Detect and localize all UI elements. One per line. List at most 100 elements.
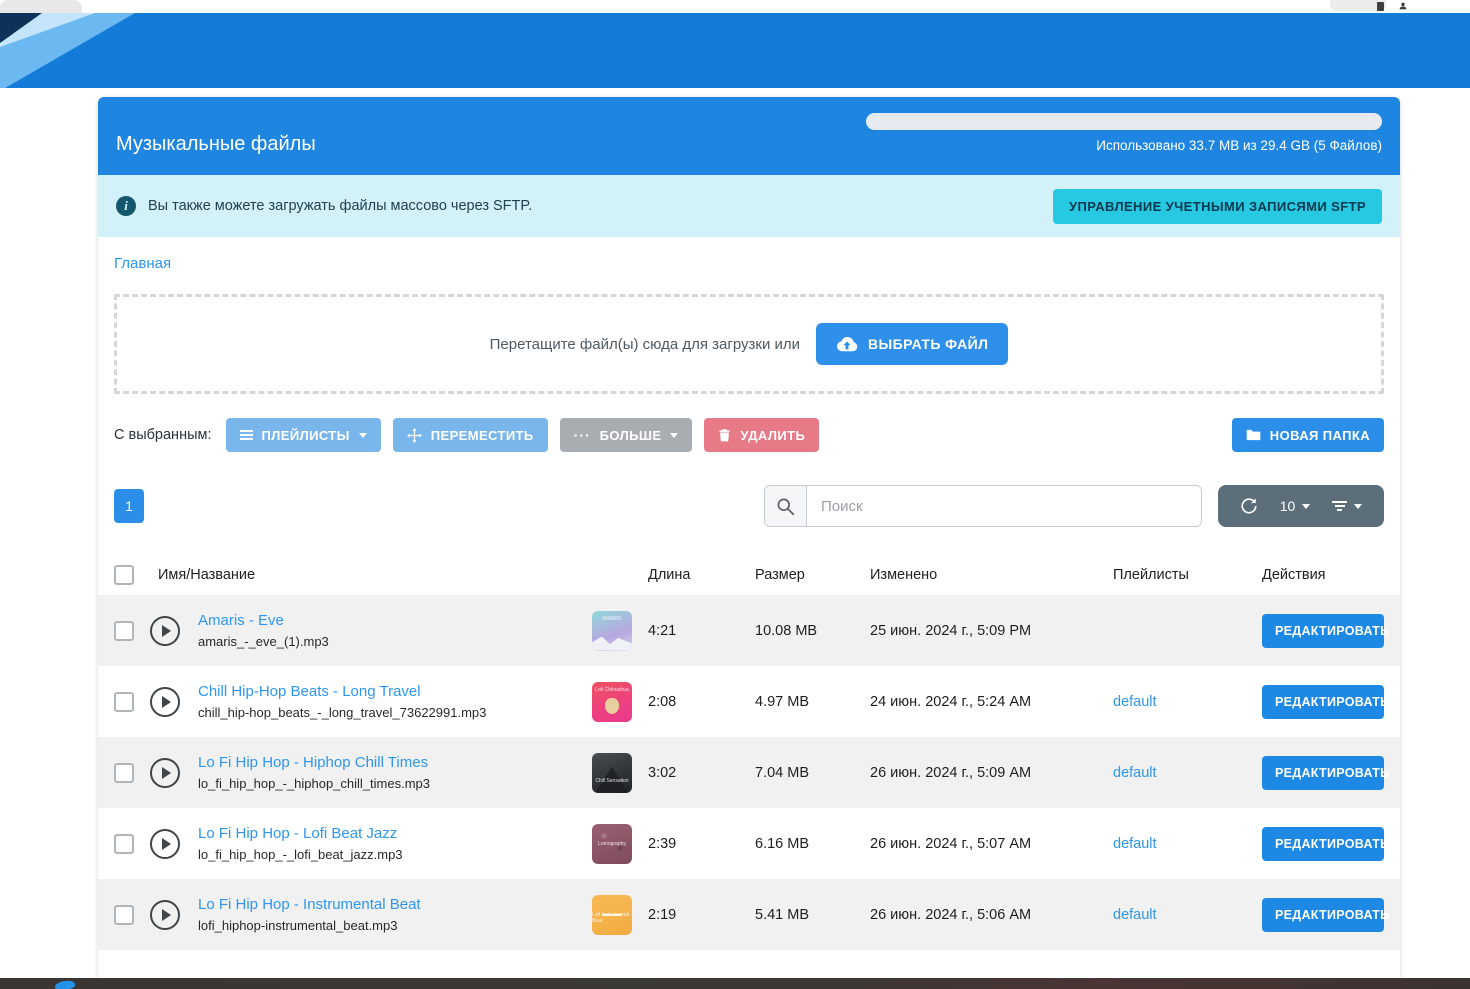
more-label: БОЛЬШЕ	[600, 428, 662, 443]
extension-icon[interactable]	[1377, 2, 1384, 11]
refresh-button[interactable]	[1240, 497, 1258, 515]
column-header-actions: Действия	[1262, 567, 1384, 583]
list-controls: 10	[1218, 485, 1384, 527]
file-title-link[interactable]: Amaris - Eve	[198, 612, 592, 629]
playlist-link[interactable]: default	[1113, 907, 1157, 923]
file-title-link[interactable]: Lo Fi Hip Hop - Instrumental Beat	[198, 896, 592, 913]
album-art-label: Chill Sensation	[595, 778, 628, 784]
info-icon	[116, 196, 136, 216]
search-icon	[776, 497, 795, 516]
play-button[interactable]	[150, 900, 180, 930]
album-art: Lofi Chihuahua	[592, 682, 632, 722]
play-button[interactable]	[150, 758, 180, 788]
playlists-button[interactable]: ПЛЕЙЛИСТЫ	[226, 418, 381, 452]
album-art: AMARIS	[592, 611, 632, 651]
play-button[interactable]	[150, 616, 180, 646]
delete-button[interactable]: УДАЛИТЬ	[704, 418, 819, 452]
storage-usage-text: Использовано 33.7 MB из 29.4 GB (5 Файло…	[866, 138, 1382, 153]
file-name: lo_fi_hip_hop_-_lofi_beat_jazz.mp3	[198, 847, 592, 862]
edit-button[interactable]: РЕДАКТИРОВАТЬ	[1262, 756, 1384, 790]
file-title-link[interactable]: Chill Hip-Hop Beats - Long Travel	[198, 683, 592, 700]
breadcrumb-home-link[interactable]: Главная	[114, 255, 171, 272]
sort-filter-select[interactable]	[1332, 501, 1362, 511]
browser-tab[interactable]	[0, 0, 82, 13]
playlist-link[interactable]: default	[1113, 765, 1157, 781]
page-title: Музыкальные файлы	[116, 133, 316, 156]
row-checkbox[interactable]	[114, 763, 134, 783]
modified-cell: 26 июн. 2024 г., 5:09 AM	[870, 765, 1113, 781]
album-art-label: Lomography	[598, 841, 626, 864]
trash-icon	[718, 428, 731, 442]
search-box	[764, 485, 1202, 527]
file-title-link[interactable]: Lo Fi Hip Hop - Hiphop Chill Times	[198, 754, 592, 771]
pagination-page-1[interactable]: 1	[114, 489, 144, 523]
manage-sftp-accounts-button[interactable]: УПРАВЛЕНИЕ УЧЕТНЫМИ ЗАПИСЯМИ SFTP	[1053, 189, 1382, 224]
edit-button[interactable]: РЕДАКТИРОВАТЬ	[1262, 898, 1384, 932]
album-art-label: AMARIS	[602, 616, 621, 651]
playlists-label: ПЛЕЙЛИСТЫ	[262, 428, 350, 443]
card-header: Музыкальные файлы Использовано 33.7 MB и…	[98, 97, 1400, 175]
album-art-label: Lofi Chihuahua	[595, 687, 629, 722]
album-art-label: Lofi Instrumental Beat	[592, 912, 632, 935]
file-name: lo_fi_hip_hop_-_hiphop_chill_times.mp3	[198, 776, 592, 791]
file-dropzone[interactable]: Перетащите файл(ы) сюда для загрузки или…	[114, 294, 1384, 394]
select-all-checkbox[interactable]	[114, 565, 134, 585]
move-button[interactable]: ПЕРЕМЕСТИТЬ	[393, 418, 548, 452]
table-header-row: Имя/Название Длина Размер Изменено Плейл…	[98, 555, 1400, 595]
banner-corner-accent	[0, 13, 1470, 88]
size-cell: 6.16 MB	[755, 836, 870, 852]
modified-cell: 24 июн. 2024 г., 5:24 AM	[870, 694, 1113, 710]
column-header-size: Размер	[755, 567, 870, 583]
logo-swoosh-icon	[54, 979, 75, 989]
storage-progress-bar	[866, 113, 1382, 130]
modified-cell: 26 июн. 2024 г., 5:07 AM	[870, 836, 1113, 852]
file-name: lofi_hiphop-instrumental_beat.mp3	[198, 918, 592, 933]
duration-cell: 2:39	[648, 836, 755, 852]
file-title-link[interactable]: Lo Fi Hip Hop - Lofi Beat Jazz	[198, 825, 592, 842]
edit-button[interactable]: РЕДАКТИРОВАТЬ	[1262, 827, 1384, 861]
edit-button[interactable]: РЕДАКТИРОВАТЬ	[1262, 685, 1384, 719]
list-toolbar: 1 10	[114, 485, 1384, 527]
album-art: Lomography	[592, 824, 632, 864]
search-input[interactable]	[807, 486, 1201, 526]
row-checkbox[interactable]	[114, 834, 134, 854]
size-cell: 7.04 MB	[755, 765, 870, 781]
size-cell: 10.08 MB	[755, 623, 870, 639]
more-icon: ···	[574, 430, 591, 440]
more-button[interactable]: ··· БОЛЬШЕ	[560, 418, 693, 452]
site-banner	[0, 13, 1470, 88]
playlist-link[interactable]: default	[1113, 694, 1157, 710]
choose-file-label: ВЫБРАТЬ ФАЙЛ	[868, 336, 988, 352]
new-folder-label: НОВАЯ ПАПКА	[1270, 428, 1370, 443]
sftp-info-bar: Вы также можете загружать файлы массово …	[98, 175, 1400, 237]
chevron-down-icon	[1354, 504, 1362, 509]
new-folder-button[interactable]: НОВАЯ ПАПКА	[1232, 418, 1384, 452]
modified-cell: 26 июн. 2024 г., 5:06 AM	[870, 907, 1113, 923]
chevron-down-icon	[1302, 504, 1310, 509]
folder-icon	[1246, 429, 1261, 441]
row-checkbox[interactable]	[114, 621, 134, 641]
row-checkbox[interactable]	[114, 692, 134, 712]
chevron-down-icon	[359, 433, 367, 438]
dropzone-text: Перетащите файл(ы) сюда для загрузки или	[490, 336, 800, 353]
album-art: Lofi Instrumental Beat	[592, 895, 632, 935]
per-page-value: 10	[1280, 498, 1296, 514]
table-row: Lo Fi Hip Hop - Instrumental Beat lofi_h…	[98, 879, 1400, 950]
profile-icon[interactable]	[1398, 1, 1408, 11]
play-button[interactable]	[150, 687, 180, 717]
playlist-link[interactable]: default	[1113, 836, 1157, 852]
play-button[interactable]	[150, 829, 180, 859]
edit-button[interactable]: РЕДАКТИРОВАТЬ	[1262, 614, 1384, 648]
chevron-down-icon	[670, 433, 678, 438]
browser-strip	[0, 0, 1470, 13]
table-row: Lo Fi Hip Hop - Hiphop Chill Times lo_fi…	[98, 737, 1400, 808]
choose-file-button[interactable]: ВЫБРАТЬ ФАЙЛ	[816, 323, 1008, 365]
music-files-card: Музыкальные файлы Использовано 33.7 MB и…	[98, 97, 1400, 978]
banner-stripe	[0, 13, 1470, 88]
banner-highlight	[0, 13, 1470, 88]
per-page-select[interactable]: 10	[1280, 498, 1311, 514]
sftp-info-text: Вы также можете загружать файлы массово …	[148, 198, 532, 214]
row-checkbox[interactable]	[114, 905, 134, 925]
search-icon-box	[765, 486, 807, 526]
breadcrumb: Главная	[98, 237, 1400, 273]
